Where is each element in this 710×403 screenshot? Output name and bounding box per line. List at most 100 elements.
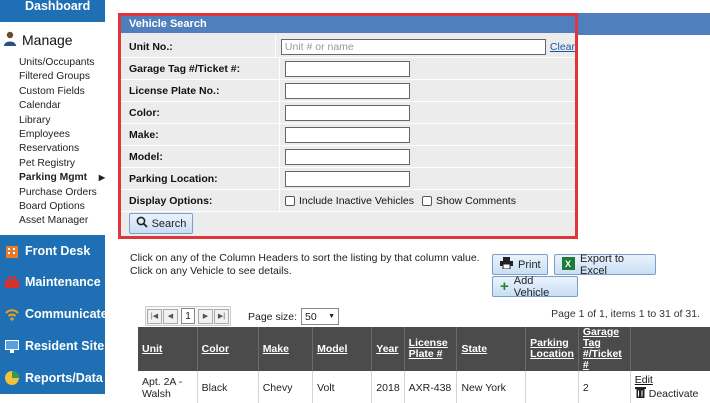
parking-location-input[interactable] [285, 170, 410, 187]
nav-dashboard-label: Dashboard [25, 0, 91, 13]
nav-front-desk-label: Front Desk [25, 244, 91, 258]
unit-input[interactable] [280, 38, 546, 55]
search-button[interactable]: Search [129, 213, 193, 234]
manage-submenu: Units/Occupants Filtered Groups Custom F… [19, 56, 105, 229]
magnifier-icon [136, 216, 148, 231]
cell-model: Volt [312, 371, 373, 403]
pager-info: Page 1 of 1, items 1 to 31 of 31. [551, 308, 700, 320]
row-license-plate: License Plate No.: [121, 80, 575, 102]
col-license-plate[interactable]: License Plate # [404, 327, 458, 371]
page-size-label: Page size: [248, 310, 298, 323]
person-icon [3, 31, 17, 50]
toolbox-icon [4, 274, 20, 290]
cell-location [525, 371, 579, 403]
nav-maintenance-label: Maintenance [25, 275, 101, 289]
nav-manage[interactable]: Manage [0, 28, 105, 52]
unit-label: Unit No.: [129, 40, 173, 53]
model-input[interactable] [285, 148, 410, 165]
next-page-icon[interactable]: ▶ [198, 308, 213, 324]
edit-link[interactable]: Edit [635, 374, 706, 386]
sidebar-item-reservations[interactable]: Reservations [19, 142, 105, 156]
caret-right-icon: ▶ [98, 173, 105, 183]
sidebar-item-pet-registry[interactable]: Pet Registry [19, 157, 105, 171]
col-year[interactable]: Year [371, 327, 405, 371]
make-label: Make: [129, 128, 159, 141]
show-comments-checkbox[interactable] [422, 195, 432, 206]
col-state[interactable]: State [456, 327, 527, 371]
cell-color: Black [197, 371, 259, 403]
cell-tag: 2 [578, 371, 631, 403]
garage-tag-label: Garage Tag #/Ticket #: [129, 62, 241, 75]
pie-chart-icon [4, 370, 20, 386]
cell-actions: Edit Deactivate [630, 371, 710, 403]
print-button[interactable]: Print [492, 254, 548, 275]
col-garage-tag[interactable]: Garage Tag #/Ticket # [578, 327, 631, 371]
col-parking-location[interactable]: Parking Location [525, 327, 579, 371]
deactivate-button[interactable]: Deactivate [634, 386, 706, 401]
sidebar-item-purchase-orders[interactable]: Purchase Orders [19, 186, 105, 200]
show-comments-label: Show Comments [436, 194, 516, 207]
nav-reports-data[interactable]: Reports/Data [0, 362, 105, 394]
first-page-icon[interactable]: |◀ [147, 308, 162, 324]
sidebar-item-employees[interactable]: Employees [19, 128, 105, 142]
trash-icon [634, 386, 646, 401]
instructions-text: Click on any of the Column Headers to so… [130, 252, 480, 277]
sidebar-item-filtered-groups[interactable]: Filtered Groups [19, 70, 105, 84]
table-header-row: Unit Color Make Model Year License Plate… [138, 327, 710, 371]
cell-make: Chevy [258, 371, 314, 403]
print-label: Print [518, 258, 541, 271]
panel-title: Vehicle Search [121, 16, 575, 33]
nav-resident-site-label: Resident Site [25, 339, 105, 353]
cell-unit: Apt. 2A - Walsh [138, 371, 198, 403]
sidebar-item-asset-manager[interactable]: Asset Manager [19, 214, 105, 228]
color-label: Color: [129, 106, 160, 119]
color-input[interactable] [285, 104, 410, 121]
sidebar-item-board-options[interactable]: Board Options [19, 200, 105, 214]
current-page[interactable]: 1 [181, 308, 195, 324]
include-inactive-checkbox[interactable] [285, 195, 295, 206]
sidebar-item-custom-fields[interactable]: Custom Fields [19, 85, 105, 99]
nav-dashboard[interactable]: Dashboard [0, 0, 105, 22]
sidebar-item-library[interactable]: Library [19, 114, 105, 128]
nav-maintenance[interactable]: Maintenance [0, 266, 105, 298]
search-button-label: Search [151, 217, 187, 230]
sidebar-item-units-occupants[interactable]: Units/Occupants [19, 56, 105, 70]
wifi-icon [4, 306, 20, 322]
nav-front-desk[interactable]: Front Desk [0, 235, 105, 267]
last-page-icon[interactable]: ▶| [214, 308, 229, 324]
add-vehicle-label: Add Vehicle [513, 274, 550, 299]
row-color: Color: [121, 102, 575, 124]
plus-icon: + [500, 278, 509, 295]
sidebar-item-label: Parking Mgmt [19, 172, 88, 184]
export-excel-button[interactable]: X Export to Excel [554, 253, 656, 277]
license-plate-input[interactable] [285, 82, 410, 99]
row-unit: Unit No.: Clear [121, 36, 575, 58]
prev-page-icon[interactable]: ◀ [163, 308, 178, 324]
col-color[interactable]: Color [197, 327, 259, 371]
nav-resident-site[interactable]: Resident Site [0, 330, 105, 362]
clear-link[interactable]: Clear [550, 41, 575, 53]
printer-icon [500, 257, 513, 272]
sidebar-item-calendar[interactable]: Calendar [19, 99, 105, 113]
make-input[interactable] [285, 126, 410, 143]
page-size-value: 50 [305, 310, 317, 323]
pager: |◀ ◀ 1 ▶ ▶| Page size: 50 ▼ Page 1 of 1,… [138, 303, 710, 327]
table-row[interactable]: Apt. 2A - Walsh Black Chevy Volt 2018 AX… [138, 371, 710, 403]
col-make[interactable]: Make [258, 327, 314, 371]
sidebar-item-parking-mgmt[interactable]: Parking Mgmt ▶ [19, 171, 105, 185]
sidebar: Dashboard Manage Units/Occupants Filtere… [0, 0, 108, 403]
page-size: Page size: 50 ▼ [248, 308, 340, 325]
chevron-down-icon: ▼ [328, 313, 336, 320]
page-size-select[interactable]: 50 ▼ [301, 308, 340, 325]
row-garage-tag: Garage Tag #/Ticket #: [121, 58, 575, 80]
col-unit[interactable]: Unit [138, 327, 198, 371]
nav-communicate[interactable]: Communicate [0, 298, 108, 330]
vehicle-grid: |◀ ◀ 1 ▶ ▶| Page size: 50 ▼ Page 1 of 1,… [138, 303, 710, 403]
nav-communicate-label: Communicate [25, 307, 108, 321]
row-parking-location: Parking Location: [121, 168, 575, 190]
monitor-icon [4, 338, 20, 354]
garage-tag-input[interactable] [285, 60, 410, 77]
col-model[interactable]: Model [312, 327, 373, 371]
add-vehicle-button[interactable]: + Add Vehicle [492, 274, 578, 299]
building-icon [4, 243, 20, 259]
